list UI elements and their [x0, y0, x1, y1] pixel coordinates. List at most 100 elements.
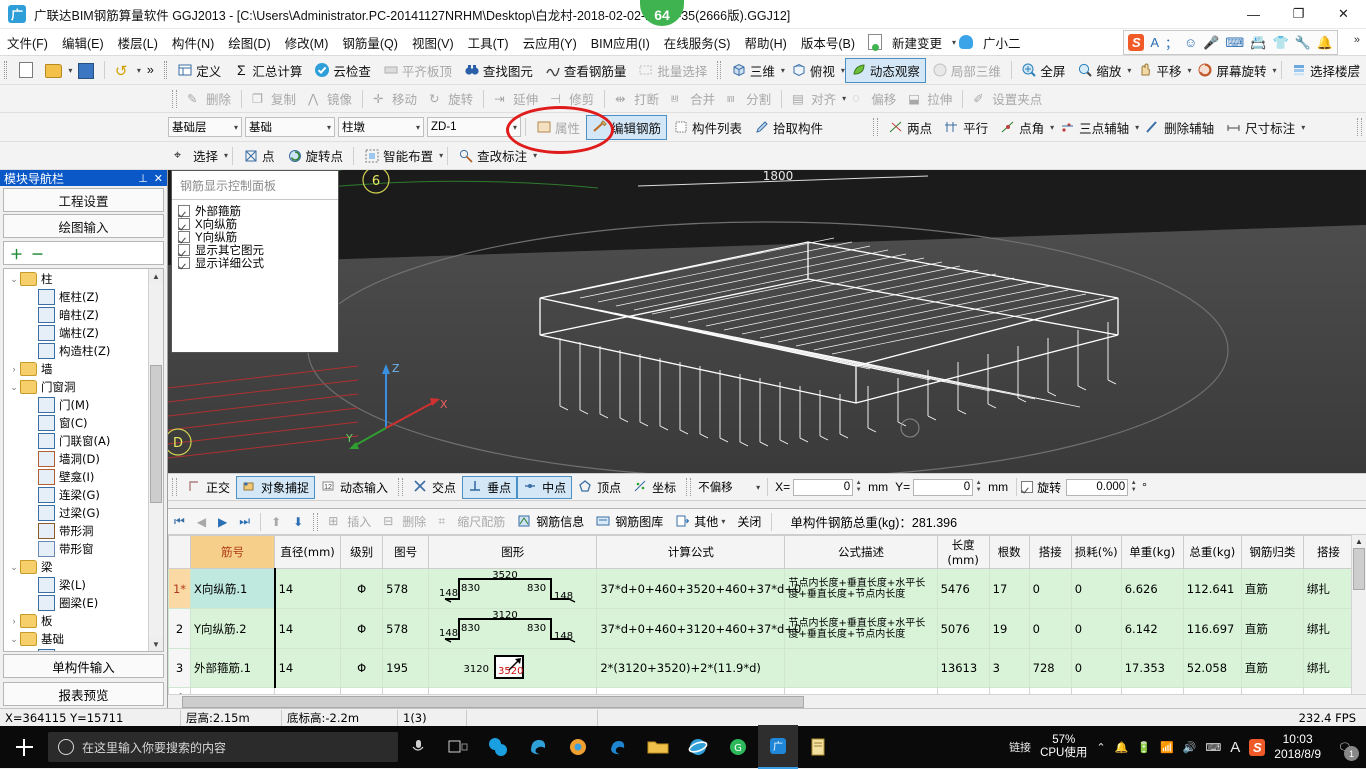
- chevron-down-icon[interactable]: ▾: [1301, 123, 1305, 132]
- rebar-grid[interactable]: 筋号 直径(mm) 级别 图号 图形 计算公式 公式描述 长度(mm) 根数 搭接 损耗(%) 单重(…: [168, 535, 1366, 694]
- maximize-button[interactable]: ❐: [1276, 0, 1321, 28]
- stretch-button[interactable]: ⬓ 拉伸: [902, 86, 958, 111]
- ortho-toggle[interactable]: 正交: [181, 476, 236, 499]
- move-up-button[interactable]: ⬆: [265, 512, 287, 532]
- rotate-checkbox[interactable]: [1021, 481, 1034, 493]
- toolbar-grip[interactable]: [717, 61, 721, 79]
- tree-item[interactable]: 带形窗: [4, 540, 149, 558]
- cell-diameter[interactable]: 14: [274, 568, 342, 609]
- rotate-spinner[interactable]: ▲ ▼: [1128, 479, 1139, 496]
- pan-button[interactable]: 平移: [1131, 58, 1187, 83]
- category-select[interactable]: 基础 ▾: [245, 117, 335, 137]
- undo-button[interactable]: ↺: [109, 59, 137, 81]
- col-header[interactable]: 直径(mm): [274, 535, 342, 569]
- set-grip-button[interactable]: ✐ 设置夹点: [967, 86, 1048, 111]
- tree-folder[interactable]: ⌄ 梁: [4, 558, 149, 576]
- cell-count[interactable]: 3: [988, 648, 1030, 688]
- nav-last-button[interactable]: ⏭: [233, 511, 256, 532]
- define-button[interactable]: 定义: [171, 58, 227, 83]
- tree-item[interactable]: 圈梁(E): [4, 594, 149, 612]
- menu-cloud[interactable]: 云应用(Y): [516, 30, 584, 55]
- cell-loss[interactable]: 0: [1070, 608, 1122, 649]
- toolbar-grip[interactable]: [163, 61, 168, 79]
- smart-layout-button[interactable]: 智能布置: [358, 143, 439, 168]
- nav-next-button[interactable]: ▶: [212, 512, 233, 532]
- scroll-down-icon[interactable]: ▼: [149, 637, 163, 651]
- three-point-axis-button[interactable]: 三点辅轴: [1054, 115, 1135, 140]
- zoom-button[interactable]: 缩放: [1071, 58, 1127, 83]
- skype-icon[interactable]: [478, 726, 518, 768]
- col-header[interactable]: 图形: [428, 535, 598, 569]
- tree-item[interactable]: 带形洞: [4, 522, 149, 540]
- new-change-button[interactable]: 新建变更: [885, 30, 949, 55]
- cell-formula[interactable]: 37*d+0+460+3120+460+37*d+0: [596, 608, 801, 649]
- open-file-button[interactable]: [39, 59, 68, 81]
- cell-loss[interactable]: 0: [1070, 568, 1122, 609]
- save-file-button[interactable]: [72, 59, 100, 82]
- toolbar-grip[interactable]: [873, 118, 879, 136]
- tree-item[interactable]: 壁龛(I): [4, 468, 149, 486]
- col-header[interactable]: 公式描述: [784, 535, 938, 569]
- toolbar-grip[interactable]: [172, 89, 177, 108]
- row-index[interactable]: 3: [168, 648, 192, 688]
- checkbox-icon[interactable]: [178, 230, 190, 243]
- menu-view[interactable]: 视图(V): [405, 30, 461, 55]
- trim-button[interactable]: ⊣ 修剪: [544, 86, 600, 111]
- cortana-icon[interactable]: [398, 726, 438, 768]
- ime-mode-icon[interactable]: A: [1150, 35, 1159, 50]
- split-button[interactable]: ⩎ 分割: [721, 86, 777, 111]
- point-angle-axis-button[interactable]: 点角: [994, 115, 1050, 140]
- col-header[interactable]: 图号: [382, 535, 430, 569]
- view-3d-button[interactable]: 三维: [725, 58, 781, 83]
- perpendicular-snap[interactable]: 垂点: [462, 475, 518, 499]
- cell-class[interactable]: 直筋: [1240, 648, 1304, 688]
- properties-button[interactable]: 属性: [530, 115, 586, 140]
- sogou-ime-icon[interactable]: S: [1128, 34, 1145, 51]
- tree-item[interactable]: 窗(C): [4, 414, 149, 432]
- cell-total-weight[interactable]: 52.058: [1182, 648, 1242, 688]
- task-view-icon[interactable]: [438, 726, 478, 768]
- ime-punct-icon[interactable]: ；: [1165, 33, 1178, 52]
- view-rebar-qty-button[interactable]: 查看钢筋量: [539, 58, 633, 83]
- delete-row-button[interactable]: ⊟ 删除: [377, 510, 432, 533]
- notepad-like-icon[interactable]: [798, 726, 838, 768]
- chevron-down-icon[interactable]: ⌄: [8, 562, 20, 573]
- menu-overflow-icon[interactable]: »: [1354, 34, 1360, 46]
- tree-item[interactable]: 基础梁(F): [4, 648, 149, 651]
- col-header[interactable]: 根数: [988, 535, 1030, 569]
- cell-shape[interactable]: 3120 3520: [428, 648, 598, 688]
- floor-select[interactable]: 基础层 ▾: [168, 117, 242, 137]
- scroll-thumb[interactable]: [150, 365, 162, 503]
- menu-component[interactable]: 构件(N): [165, 30, 221, 55]
- midpoint-snap[interactable]: 中点: [517, 475, 573, 499]
- ime-emoji-icon[interactable]: ☺: [1184, 35, 1197, 50]
- checkbox-icon[interactable]: [178, 243, 190, 256]
- notification-center-icon[interactable]: 🗨1: [1330, 726, 1360, 768]
- offset-mode-select[interactable]: 不偏移 ▾: [695, 478, 763, 497]
- cell-unit-weight[interactable]: 6.626: [1120, 568, 1184, 609]
- checkbox-icon[interactable]: [178, 217, 190, 230]
- col-header[interactable]: 损耗(%): [1070, 535, 1122, 569]
- point-tool-button[interactable]: 点: [237, 143, 281, 168]
- tree-folder[interactable]: › 板: [4, 612, 149, 630]
- align-button[interactable]: ▤ 对齐: [786, 86, 842, 111]
- toolbar-grip[interactable]: [1357, 118, 1362, 136]
- tree-item[interactable]: 过梁(G): [4, 504, 149, 522]
- screen-rotate-button[interactable]: 屏幕旋转: [1191, 58, 1272, 83]
- type-select[interactable]: 柱墩 ▾: [338, 117, 424, 137]
- nav-first-button[interactable]: ⏮: [168, 511, 191, 532]
- chrome-like-icon[interactable]: [558, 726, 598, 768]
- tray-link-label[interactable]: 链接: [1009, 739, 1031, 755]
- battery-icon[interactable]: 🔋: [1137, 741, 1151, 754]
- chevron-down-icon[interactable]: ▾: [721, 517, 725, 526]
- cell-total-weight[interactable]: 116.697: [1182, 608, 1242, 649]
- scroll-thumb[interactable]: [1353, 548, 1365, 590]
- tray-expand-icon[interactable]: ⌃: [1096, 741, 1105, 754]
- two-point-axis-button[interactable]: 两点: [882, 115, 938, 140]
- tree-item[interactable]: 端柱(Z): [4, 324, 149, 342]
- collapse-all-icon[interactable]: －: [31, 244, 44, 263]
- cell-lap-type[interactable]: 绑扎: [1302, 608, 1355, 649]
- keyboard-icon[interactable]: ⌨: [1205, 741, 1221, 754]
- chevron-down-icon[interactable]: ⌄: [8, 274, 20, 285]
- checkbox-icon[interactable]: [178, 256, 190, 269]
